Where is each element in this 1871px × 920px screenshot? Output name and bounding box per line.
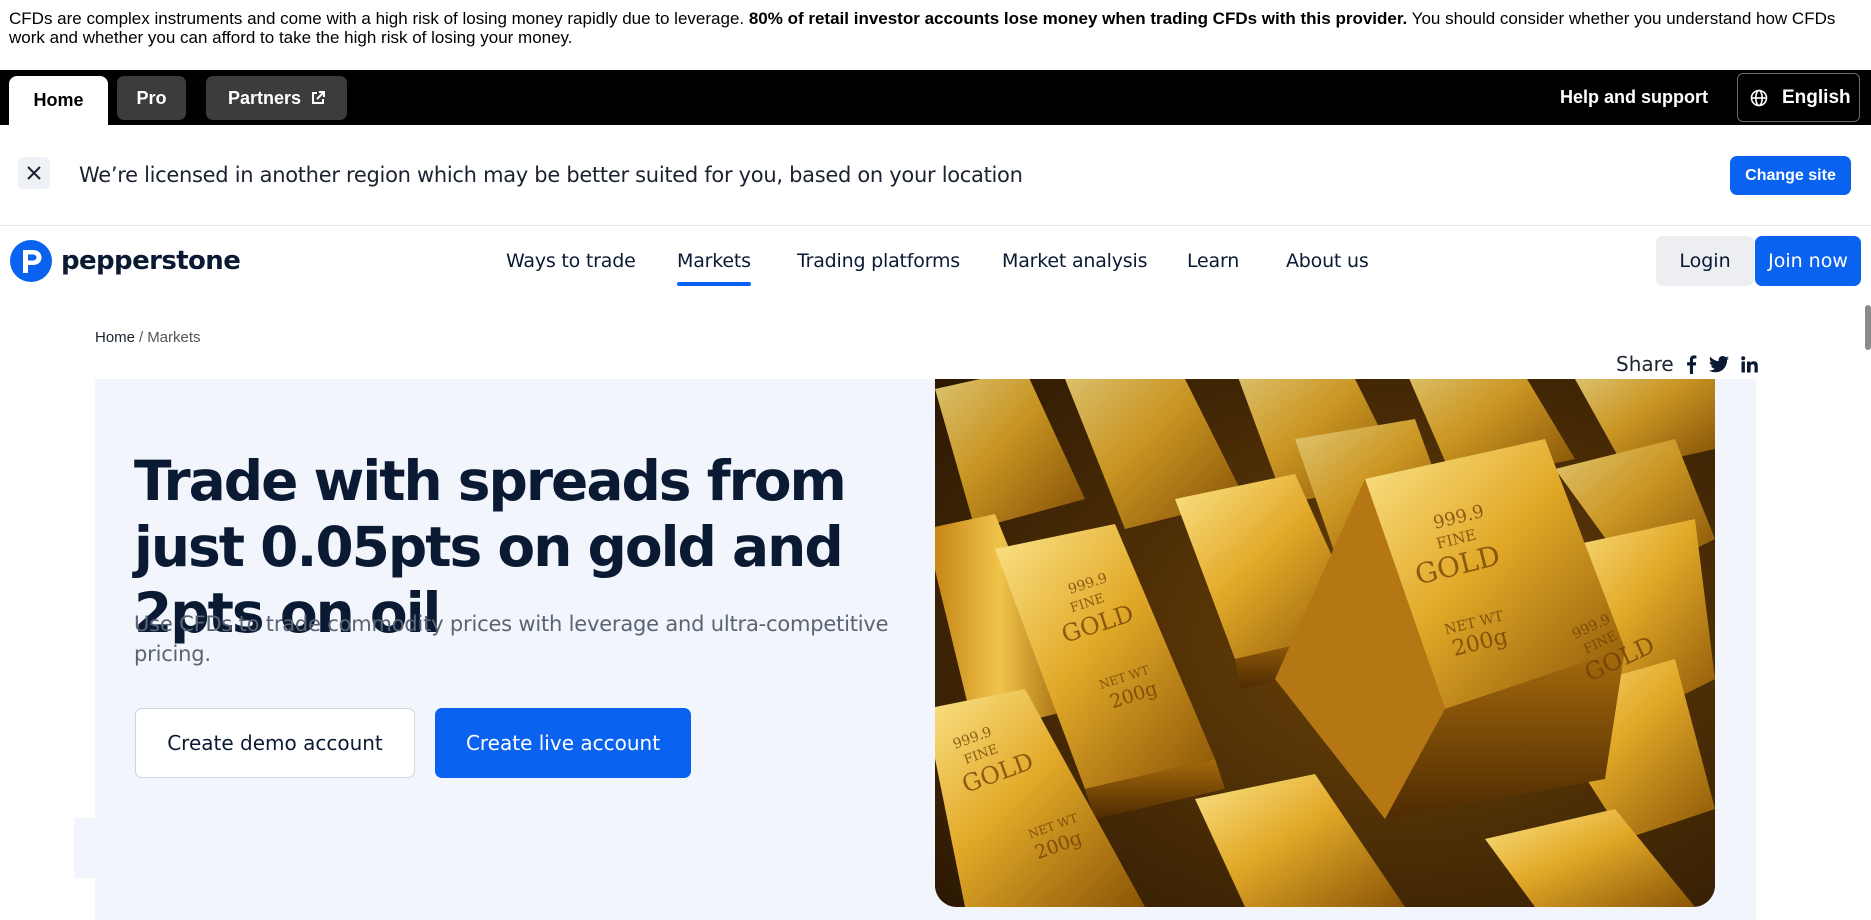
scrollbar-thumb[interactable] (1865, 305, 1871, 350)
region-message: We’re licensed in another region which m… (79, 163, 1023, 187)
share-label: Share (1616, 352, 1674, 376)
logo-text: pepperstone (61, 246, 241, 276)
join-now-button[interactable]: Join now (1755, 236, 1861, 286)
facebook-icon[interactable] (1686, 354, 1697, 374)
close-banner-button[interactable] (18, 157, 50, 189)
external-link-icon (312, 91, 326, 104)
language-label: English (1782, 86, 1851, 108)
share-bar: Share (1616, 352, 1758, 376)
nav-ways-to-trade[interactable]: Ways to trade (506, 250, 636, 272)
tab-partners-label: Partners (227, 87, 302, 108)
close-icon (27, 166, 41, 180)
risk-warning: CFDs are complex instruments and come wi… (9, 9, 1859, 47)
login-button[interactable]: Login (1656, 236, 1754, 286)
help-support-link[interactable]: Help and support (1560, 87, 1708, 108)
tab-home[interactable]: Home (9, 76, 108, 125)
tab-partners[interactable]: Partners (206, 76, 347, 120)
twitter-icon[interactable] (1708, 355, 1729, 373)
create-demo-account-button[interactable]: Create demo account (135, 708, 415, 778)
region-banner: We’re licensed in another region which m… (0, 125, 1871, 226)
main-navigation: pepperstone Ways to trade Markets Tradin… (0, 227, 1871, 297)
nav-market-analysis[interactable]: Market analysis (1002, 250, 1147, 272)
gold-bars-illustration: 999.9 FINE GOLD NET WT 200g 999.9 FINE G… (935, 379, 1715, 907)
risk-warning-bold: 80% of retail investor accounts lose mon… (748, 9, 1408, 28)
breadcrumb-current: Markets (147, 329, 201, 346)
pepperstone-logo[interactable]: pepperstone (9, 239, 241, 283)
nav-about-us[interactable]: About us (1286, 250, 1369, 272)
nav-markets[interactable]: Markets (677, 250, 751, 286)
breadcrumb-home[interactable]: Home (95, 329, 135, 346)
pepperstone-logo-icon (10, 240, 52, 282)
linkedin-icon[interactable] (1740, 355, 1758, 373)
nav-trading-platforms[interactable]: Trading platforms (797, 250, 960, 272)
hero-decoration (74, 818, 96, 878)
gold-bars-image: 999.9 FINE GOLD NET WT 200g 999.9 FINE G… (935, 379, 1715, 907)
create-live-account-button[interactable]: Create live account (435, 708, 691, 778)
hero-subtitle: Use CFDs to trade commodity prices with … (134, 612, 889, 666)
tab-pro[interactable]: Pro (117, 76, 186, 120)
language-selector[interactable]: English (1737, 73, 1860, 122)
risk-warning-text-start: CFDs are complex instruments and come wi… (9, 9, 749, 28)
breadcrumb-separator: / (139, 329, 144, 346)
breadcrumb: Home / Markets (95, 329, 201, 346)
globe-icon (1750, 89, 1768, 106)
nav-learn[interactable]: Learn (1187, 250, 1239, 272)
page-scrollbar[interactable] (1866, 300, 1871, 920)
change-site-button[interactable]: Change site (1730, 156, 1851, 195)
top-site-bar: Home Pro Partners Help and support Engli… (0, 70, 1871, 125)
